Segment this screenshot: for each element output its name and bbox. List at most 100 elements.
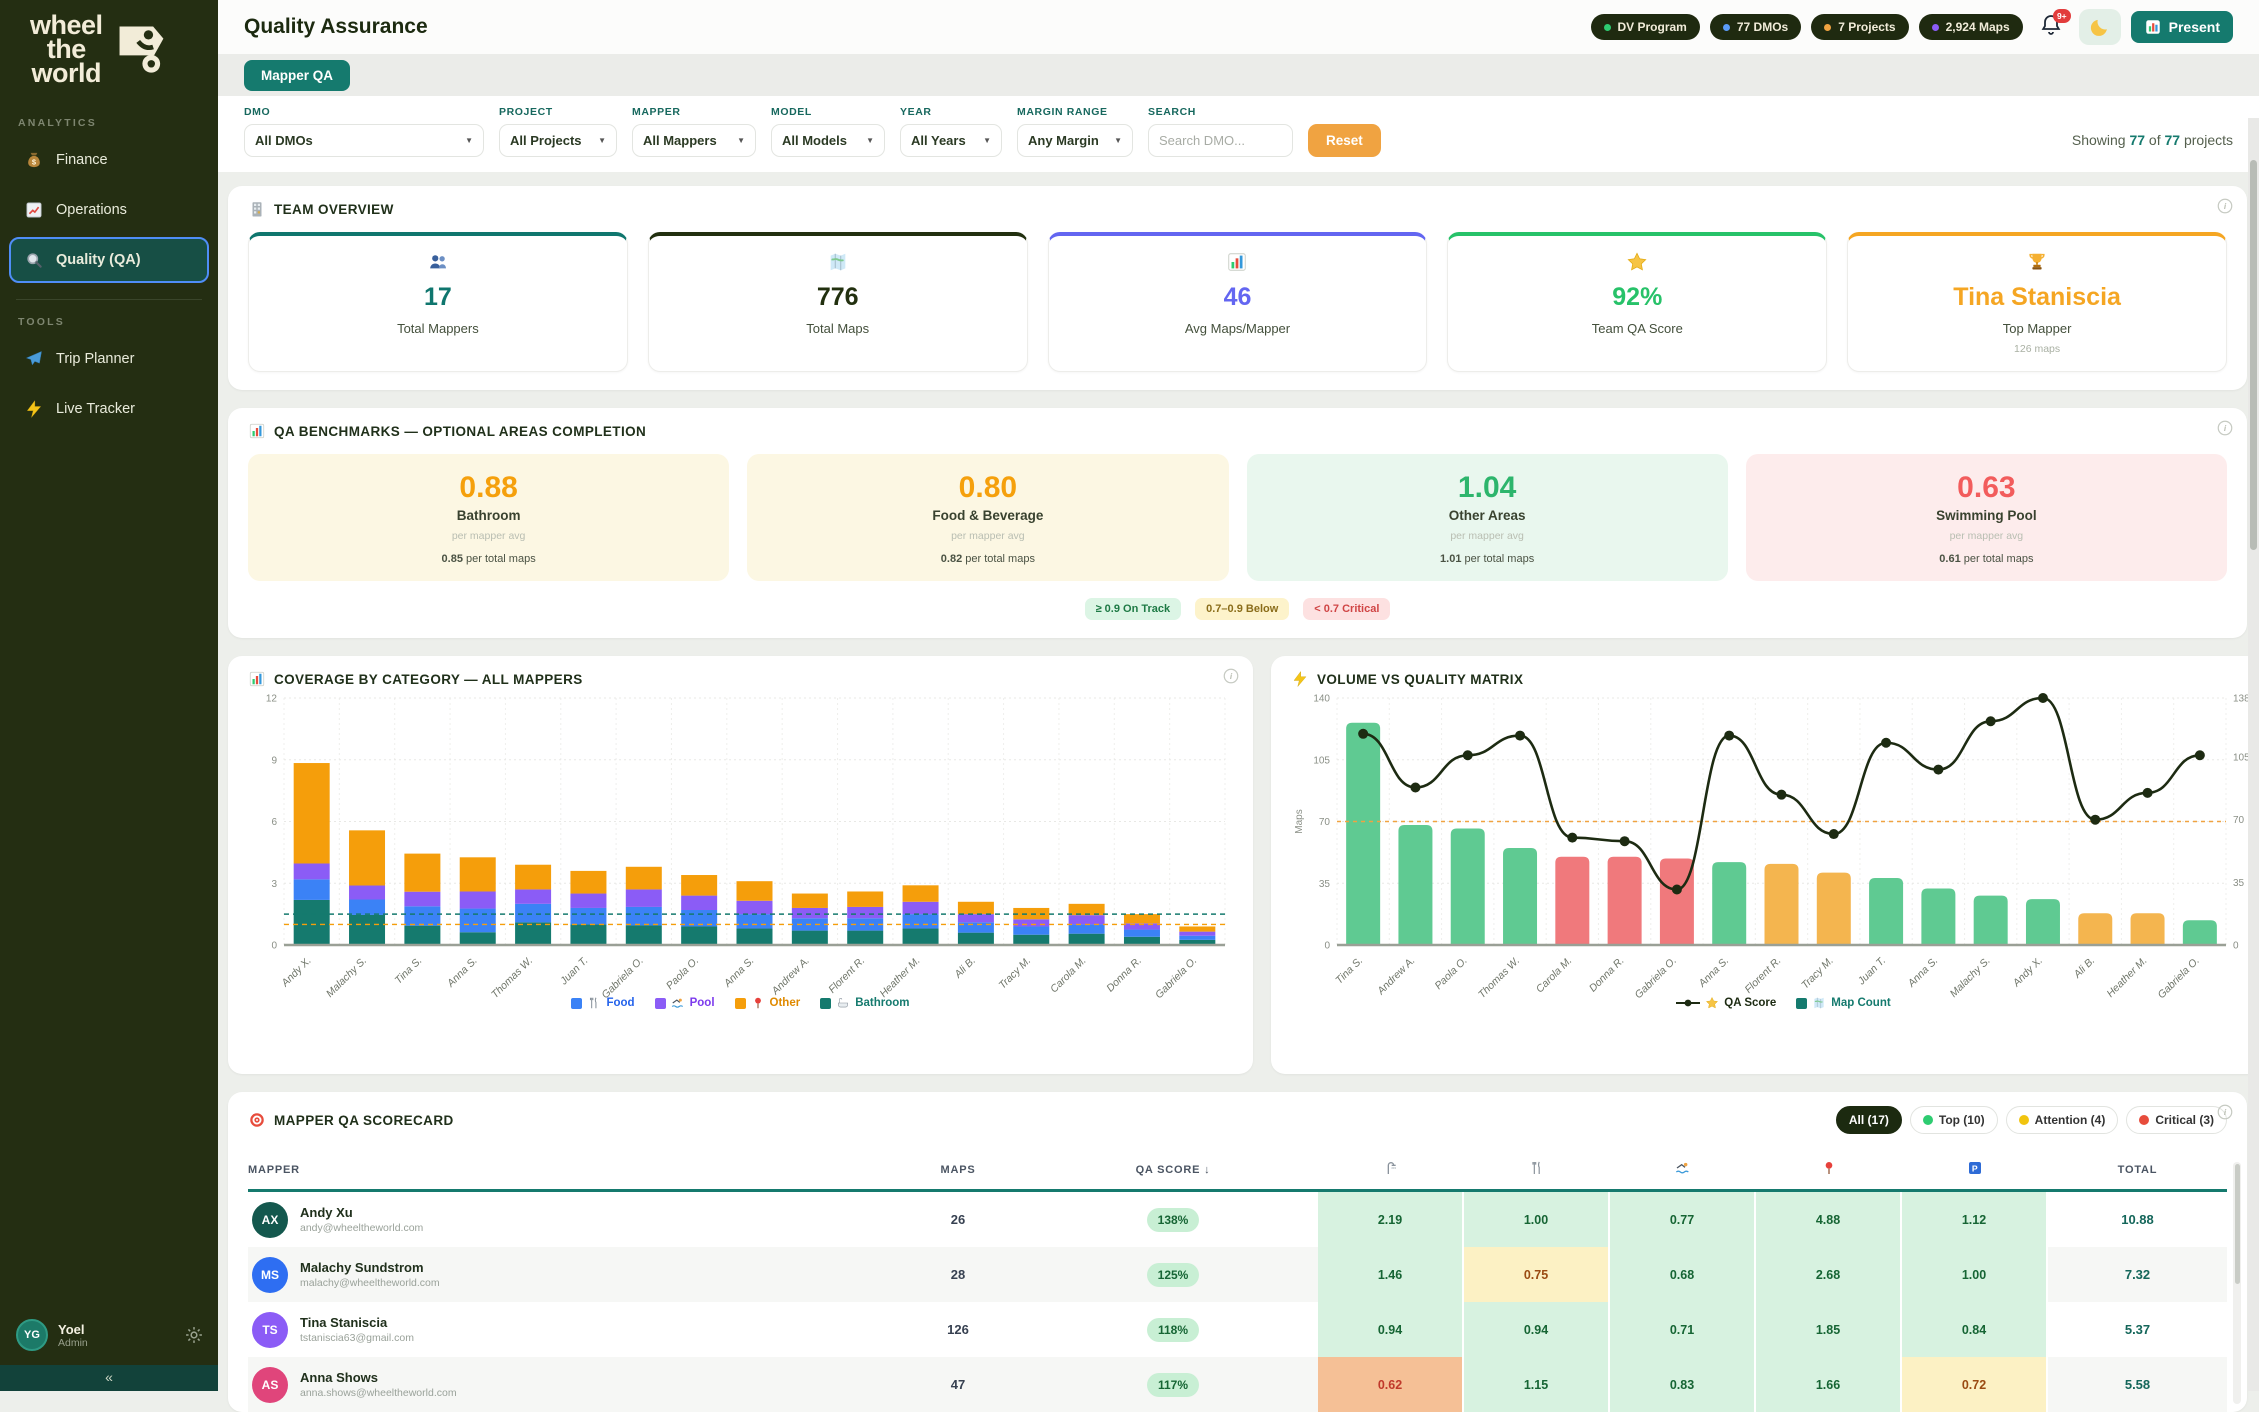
- table-row: TSTina Stanisciatstaniscia63@gmail.com12…: [248, 1302, 2227, 1357]
- mapper-info: Tina Stanisciatstaniscia63@gmail.com: [300, 1315, 414, 1344]
- chip-label: All (17): [1849, 1113, 1889, 1127]
- legend-swatch: [655, 998, 666, 1009]
- svg-text:Juan T.: Juan T.: [1855, 955, 1888, 988]
- utensils-icon: [587, 996, 601, 1010]
- qa-score-badge: 125%: [1147, 1263, 1200, 1287]
- mapper-cell: MSMalachy Sundstrommalachy@wheeltheworld…: [248, 1247, 888, 1302]
- mapper-scorecard-section: MAPPER QA SCORECARD All (17)Top (10)Atte…: [228, 1092, 2247, 1412]
- scorecard-chip-critical-3-[interactable]: Critical (3): [2126, 1106, 2227, 1134]
- svg-text:i: i: [2224, 424, 2227, 433]
- people-icon: [427, 251, 449, 273]
- column-header-pin-icon[interactable]: [1756, 1160, 1902, 1179]
- column-header-parking-icon[interactable]: P: [1902, 1160, 2048, 1179]
- badge-label: DV Program: [1618, 20, 1687, 34]
- sidebar-item-trip-planner[interactable]: Trip Planner: [9, 336, 209, 382]
- svg-text:Malachy S.: Malachy S.: [1948, 955, 1993, 1000]
- category-score-cell: 0.72: [1902, 1357, 2048, 1412]
- svg-text:140: 140: [1313, 694, 1330, 705]
- info-icon[interactable]: i: [1222, 667, 1240, 685]
- scorecard-chip-top-10-[interactable]: Top (10): [1910, 1106, 1998, 1134]
- top-bar: Quality Assurance DV Program77 DMOs7 Pro…: [218, 0, 2259, 54]
- filter-select-dmo[interactable]: All DMOs▼: [244, 124, 484, 157]
- notifications-button[interactable]: 9+: [2039, 13, 2069, 41]
- gear-icon[interactable]: [184, 1325, 204, 1345]
- column-header-swim-icon[interactable]: [1610, 1160, 1756, 1179]
- app-logo[interactable]: wheel the world: [0, 0, 218, 101]
- sidebar-item-operations[interactable]: Operations: [9, 187, 209, 233]
- column-header-mapper[interactable]: MAPPER: [248, 1164, 888, 1176]
- column-header-qa-score[interactable]: QA SCORE ↓: [1028, 1164, 1318, 1176]
- benchmark-card-swimming-pool: 0.63Swimming Poolper mapper avg0.61 per …: [1746, 454, 2227, 581]
- page-scrollbar[interactable]: [2248, 118, 2259, 1391]
- filter-label: YEAR: [900, 106, 1002, 118]
- user-profile[interactable]: YG Yoel Admin: [0, 1307, 218, 1365]
- tab-mapper-qa[interactable]: Mapper QA: [244, 60, 350, 91]
- scorecard-chip-all-17-[interactable]: All (17): [1836, 1106, 1902, 1134]
- filter-select-model[interactable]: All Models ▼: [771, 124, 885, 157]
- select-value: All Years: [911, 133, 966, 148]
- svg-text:Thomas W.: Thomas W.: [1476, 955, 1522, 1001]
- column-header-maps[interactable]: MAPS: [888, 1164, 1028, 1176]
- category-score-cell: 1.46: [1318, 1247, 1464, 1302]
- table-scrollbar[interactable]: [2233, 1162, 2241, 1404]
- svg-text:Paola O.: Paola O.: [664, 955, 701, 992]
- filter-bar: DMOAll DMOs▼PROJECTAll Projects▼MAPPERAl…: [218, 96, 2259, 172]
- filter-select-year[interactable]: All Years▼: [900, 124, 1002, 157]
- svg-text:9: 9: [271, 755, 277, 766]
- svg-text:i: i: [2224, 1108, 2227, 1117]
- swim-icon: [1675, 1160, 1691, 1176]
- benchmark-sub: per mapper avg: [256, 530, 721, 542]
- column-header-utensils-icon[interactable]: [1464, 1160, 1610, 1179]
- select-value: All Models: [782, 133, 847, 148]
- sidebar-item-quality-qa[interactable]: Quality (QA): [9, 237, 209, 283]
- present-button[interactable]: Present: [2131, 11, 2233, 43]
- badge-label: 77 DMOs: [1737, 20, 1788, 34]
- search-input[interactable]: [1148, 124, 1293, 157]
- filter-select-project[interactable]: All Projects▼: [499, 124, 617, 157]
- chevron-down-icon: ▼: [866, 136, 874, 145]
- category-score-cell: 4.88: [1756, 1192, 1902, 1247]
- svg-text:0: 0: [271, 941, 277, 952]
- svg-text:Juan T.: Juan T.: [557, 955, 590, 988]
- theme-toggle-button[interactable]: [2079, 9, 2121, 45]
- svg-text:Thomas W.: Thomas W.: [489, 955, 535, 1001]
- stat-sub: 126 maps: [1856, 343, 2218, 355]
- benchmark-label: Bathroom: [256, 508, 721, 523]
- chevron-down-icon: ▼: [465, 136, 473, 145]
- mapper-email: andy@wheeltheworld.com: [300, 1222, 423, 1234]
- info-icon[interactable]: i: [2216, 419, 2234, 437]
- column-header-shower-icon[interactable]: [1318, 1160, 1464, 1179]
- svg-text:12: 12: [266, 694, 278, 705]
- column-header-total[interactable]: TOTAL: [2048, 1164, 2227, 1176]
- swim-icon: [671, 996, 685, 1010]
- qa-score-cell: 138%: [1028, 1192, 1318, 1247]
- table-header-row: MAPPERMAPSQA SCORE ↓ PTOTAL: [248, 1144, 2227, 1192]
- scorecard-chip-attention-4-[interactable]: Attention (4): [2006, 1106, 2119, 1134]
- coverage-chart-legend: FoodPoolOtherBathroom: [248, 996, 1233, 1010]
- chip-label: Top (10): [1939, 1113, 1985, 1127]
- avatar: AX: [252, 1202, 288, 1238]
- chip-label: Attention (4): [2035, 1113, 2106, 1127]
- benchmark-card-bathroom: 0.88Bathroomper mapper avg0.85 per total…: [248, 454, 729, 581]
- chip-dot-icon: [2019, 1115, 2029, 1125]
- legend-label: QA Score: [1724, 997, 1776, 1009]
- stat-value: Tina Staniscia: [1856, 283, 2218, 312]
- sidebar-collapse-button[interactable]: «: [0, 1365, 218, 1391]
- info-icon[interactable]: i: [2216, 197, 2234, 215]
- category-score-cell: 0.75: [1464, 1247, 1610, 1302]
- select-value: Any Margin: [1028, 133, 1099, 148]
- info-icon[interactable]: i: [2216, 1103, 2234, 1121]
- sidebar-item-live-tracker[interactable]: Live Tracker: [9, 386, 209, 432]
- filter-select-margin-range[interactable]: Any Margin▼: [1017, 124, 1133, 157]
- map-icon: [827, 251, 849, 273]
- mapper-cell: AXAndy Xuandy@wheeltheworld.com: [248, 1192, 888, 1247]
- qa-score-cell: 125%: [1028, 1247, 1318, 1302]
- sidebar-item-finance[interactable]: $Finance: [9, 137, 209, 183]
- reset-button[interactable]: Reset: [1308, 124, 1381, 157]
- filter-select-mapper[interactable]: All Mappers▼: [632, 124, 756, 157]
- chevron-down-icon: ▼: [598, 136, 606, 145]
- category-score-cell: 0.68: [1610, 1247, 1756, 1302]
- avatar: AS: [252, 1367, 288, 1403]
- svg-text:Andrew A.: Andrew A.: [1374, 955, 1417, 998]
- sidebar-item-label: Finance: [56, 152, 108, 168]
